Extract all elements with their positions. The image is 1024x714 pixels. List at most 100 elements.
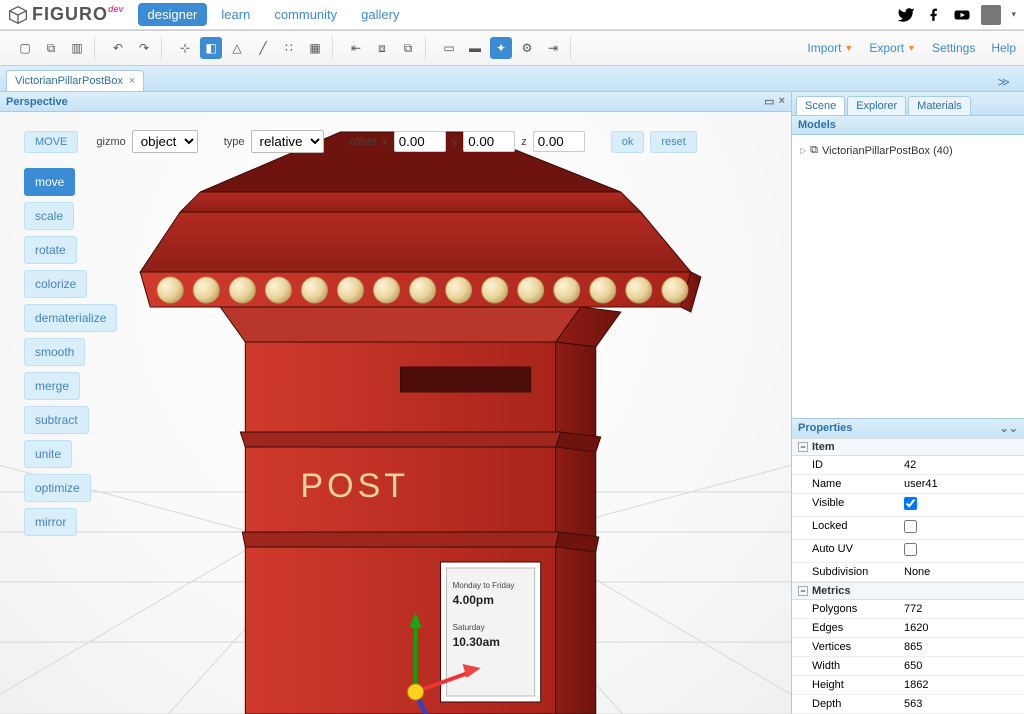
- caret-down-icon: ▼: [907, 43, 916, 53]
- prop-row: SubdivisionNone: [792, 563, 1024, 582]
- workspace: Perspective ▭ ×: [0, 92, 1024, 714]
- tool-duplicate-icon[interactable]: ⧈: [371, 37, 393, 59]
- prop-value[interactable]: [898, 517, 1024, 539]
- logo[interactable]: FIGURO dev: [8, 4, 128, 25]
- tool-export-icon[interactable]: ⇥: [542, 37, 564, 59]
- help-link[interactable]: Help: [991, 41, 1016, 55]
- tool-box-icon[interactable]: ▭: [438, 37, 460, 59]
- tool-rotate[interactable]: rotate: [24, 236, 77, 264]
- ok-button[interactable]: ok: [611, 131, 645, 153]
- settings-link[interactable]: Settings: [932, 41, 975, 55]
- tab-scene[interactable]: Scene: [796, 96, 845, 115]
- avatar-dropdown-icon[interactable]: ▾: [1011, 9, 1016, 20]
- prop-value[interactable]: 1620: [898, 619, 1024, 637]
- expand-all-icon[interactable]: ⌄⌄: [1000, 422, 1018, 435]
- tool-dematerialize[interactable]: dematerialize: [24, 304, 117, 332]
- toolbar: ▢ ⧉ ▥ ↶ ↷ ⊹ ◧ △ ╱ ∷ ▦ ⇤ ⧈ ⧉ ▭ ▬ ✦ ⚙ ⇥ Im…: [0, 30, 1024, 66]
- mode-chip[interactable]: MOVE: [24, 131, 78, 153]
- tool-points-icon[interactable]: ∷: [278, 37, 300, 59]
- prop-value[interactable]: 772: [898, 600, 1024, 618]
- tool-settings-icon[interactable]: ⚙: [516, 37, 538, 59]
- tool-copy-icon[interactable]: ▥: [66, 37, 88, 59]
- file-tab-label: VictorianPillarPostBox: [15, 75, 123, 87]
- restore-icon[interactable]: ▭: [764, 95, 774, 108]
- tool-grid-icon[interactable]: ▦: [304, 37, 326, 59]
- file-tab[interactable]: VictorianPillarPostBox ×: [6, 70, 144, 91]
- checkbox[interactable]: [904, 543, 917, 556]
- prop-row: Nameuser41: [792, 475, 1024, 494]
- nav-community[interactable]: community: [264, 3, 347, 26]
- tab-scroll-icon[interactable]: ≫: [989, 73, 1018, 91]
- tool-move[interactable]: move: [24, 168, 75, 196]
- offset-y-input[interactable]: [463, 131, 515, 152]
- reset-button[interactable]: reset: [650, 131, 696, 153]
- tool-optimize[interactable]: optimize: [24, 474, 91, 502]
- prop-value[interactable]: [898, 494, 1024, 516]
- prop-key: Depth: [792, 695, 898, 713]
- tool-subtract[interactable]: subtract: [24, 406, 89, 434]
- offset-x-input[interactable]: [394, 131, 446, 152]
- tab-materials[interactable]: Materials: [908, 96, 971, 115]
- viewport-header: Perspective ▭ ×: [0, 92, 791, 112]
- tool-colorize[interactable]: colorize: [24, 270, 87, 298]
- prop-value[interactable]: [898, 540, 1024, 562]
- prop-value[interactable]: 1862: [898, 676, 1024, 694]
- nav-designer[interactable]: designer: [138, 3, 208, 26]
- user-avatar[interactable]: [981, 5, 1001, 25]
- tool-smooth[interactable]: smooth: [24, 338, 85, 366]
- gizmo-select[interactable]: object: [132, 130, 198, 153]
- tool-align-icon[interactable]: ⇤: [345, 37, 367, 59]
- close-panel-icon[interactable]: ×: [779, 95, 785, 108]
- expand-icon[interactable]: ▷: [800, 146, 806, 155]
- tool-new-icon[interactable]: ▢: [14, 37, 36, 59]
- tool-mirror[interactable]: mirror: [24, 508, 77, 536]
- prop-value[interactable]: 865: [898, 638, 1024, 656]
- prop-row: Locked: [792, 517, 1024, 540]
- tool-save-icon[interactable]: ⧉: [40, 37, 62, 59]
- prop-value[interactable]: 563: [898, 695, 1024, 713]
- offset-z-input[interactable]: [533, 131, 585, 152]
- tool-snap-icon[interactable]: ✦: [490, 37, 512, 59]
- tool-cube-icon[interactable]: ◧: [200, 37, 222, 59]
- decoration-balls: [157, 277, 688, 303]
- prop-value[interactable]: None: [898, 563, 1024, 581]
- viewport-controls: MOVE gizmo object type relative offset x…: [24, 130, 767, 153]
- viewport[interactable]: POST Monday to Friday 4.00pm Saturday 10…: [0, 112, 791, 714]
- tool-select-icon[interactable]: ⊹: [174, 37, 196, 59]
- checkbox[interactable]: [904, 520, 917, 533]
- caret-down-icon: ▼: [844, 43, 853, 53]
- close-icon[interactable]: ×: [129, 75, 135, 87]
- model-postbox[interactable]: POST Monday to Friday 4.00pm Saturday 10…: [0, 112, 791, 714]
- tool-unite[interactable]: unite: [24, 440, 72, 468]
- svg-text:Monday to Friday: Monday to Friday: [453, 581, 515, 590]
- youtube-icon[interactable]: [953, 6, 971, 24]
- tool-line-icon[interactable]: ╱: [252, 37, 274, 59]
- tool-redo-icon[interactable]: ↷: [133, 37, 155, 59]
- collapse-icon[interactable]: −: [798, 586, 808, 596]
- prop-value[interactable]: 650: [898, 657, 1024, 675]
- import-menu[interactable]: Import▼: [807, 41, 853, 55]
- tool-undo-icon[interactable]: ↶: [107, 37, 129, 59]
- prop-key: Auto UV: [792, 540, 898, 562]
- tool-scale[interactable]: scale: [24, 202, 74, 230]
- twitter-icon[interactable]: [897, 6, 915, 24]
- svg-text:Saturday: Saturday: [453, 623, 485, 632]
- tree-item[interactable]: ▷ ⧉ VictorianPillarPostBox (40): [798, 141, 1018, 160]
- nav-gallery[interactable]: gallery: [351, 3, 409, 26]
- prop-value[interactable]: user41: [898, 475, 1024, 493]
- prop-key: Height: [792, 676, 898, 694]
- nav-learn[interactable]: learn: [211, 3, 260, 26]
- export-menu[interactable]: Export▼: [869, 41, 916, 55]
- type-select[interactable]: relative: [251, 130, 324, 153]
- checkbox[interactable]: [904, 497, 917, 510]
- scene-tree[interactable]: ▷ ⧉ VictorianPillarPostBox (40): [792, 135, 1024, 418]
- collapse-icon[interactable]: −: [798, 442, 808, 452]
- facebook-icon[interactable]: [925, 6, 943, 24]
- tool-fill-icon[interactable]: ▬: [464, 37, 486, 59]
- tool-merge[interactable]: merge: [24, 372, 80, 400]
- file-tab-strip: VictorianPillarPostBox × ≫: [0, 66, 1024, 92]
- tool-merge-icon[interactable]: ⧉: [397, 37, 419, 59]
- tool-triangle-icon[interactable]: △: [226, 37, 248, 59]
- tab-explorer[interactable]: Explorer: [847, 96, 906, 115]
- prop-value[interactable]: 42: [898, 456, 1024, 474]
